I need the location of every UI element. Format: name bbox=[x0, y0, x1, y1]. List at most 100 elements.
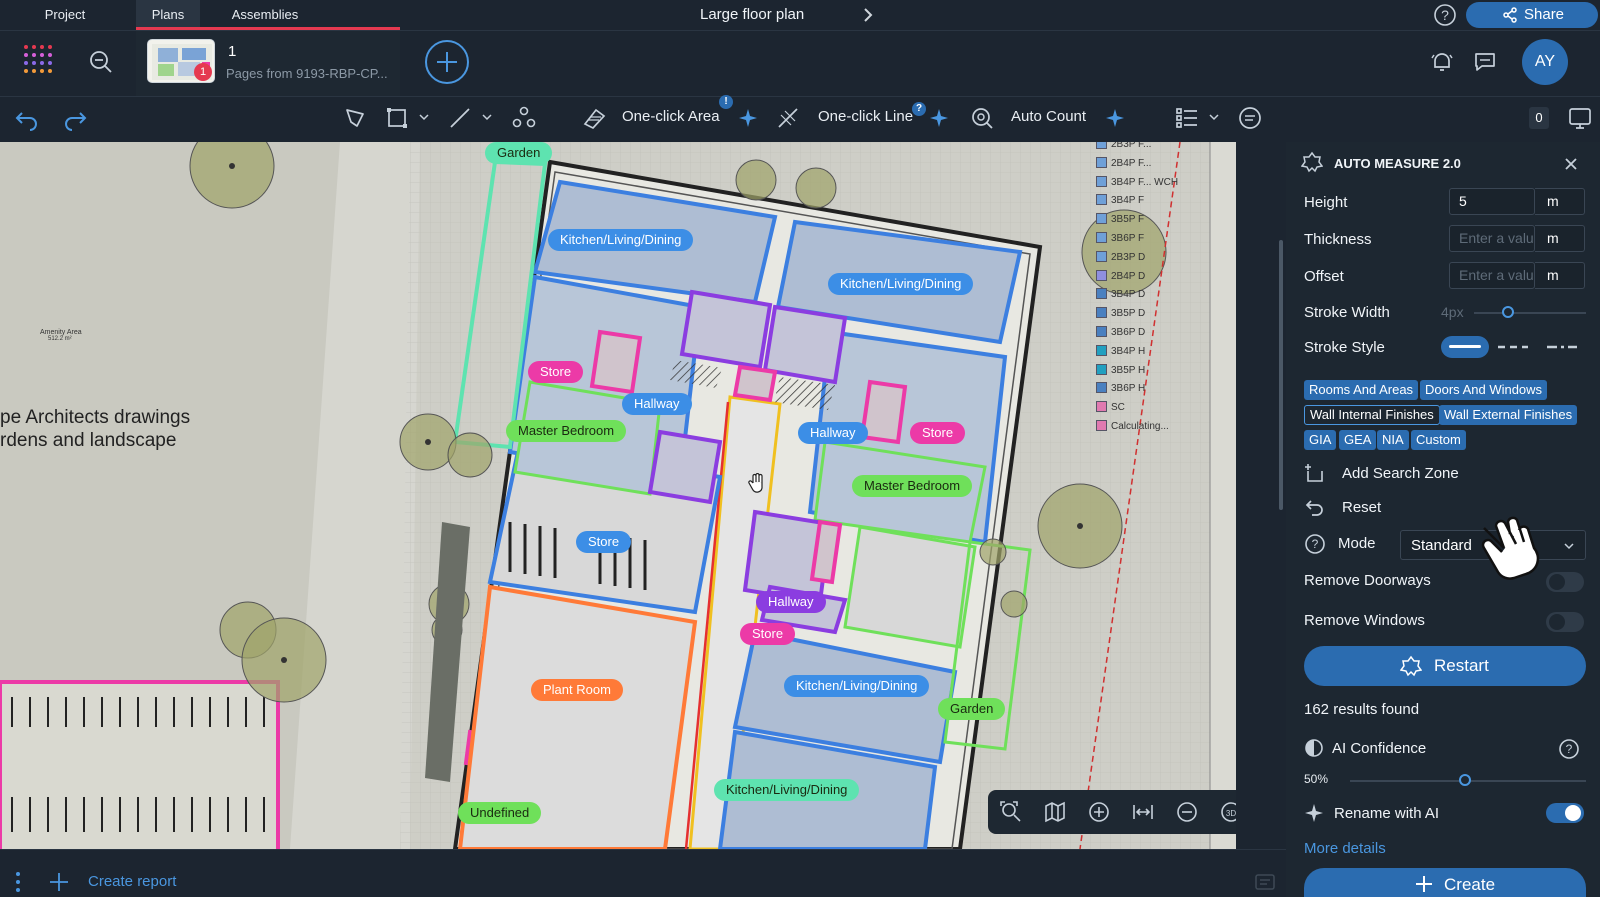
one-click-area-icon[interactable] bbox=[582, 106, 608, 130]
document-title[interactable]: Large floor plan bbox=[700, 0, 804, 29]
room-label-store[interactable]: Store bbox=[576, 531, 632, 553]
height-input[interactable]: 5 bbox=[1449, 188, 1535, 215]
chevron-down-icon[interactable] bbox=[1208, 112, 1220, 122]
stroke-width-slider-knob[interactable] bbox=[1502, 306, 1514, 318]
room-label-kitchen-living-dining[interactable]: Kitchen/Living/Dining bbox=[548, 229, 694, 251]
reset-button[interactable]: Reset bbox=[1342, 499, 1381, 516]
more-details-link[interactable]: More details bbox=[1304, 840, 1386, 857]
room-label-kitchen-living-dining[interactable]: Kitchen/Living/Dining bbox=[714, 779, 860, 801]
stroke-style-dashed[interactable] bbox=[1496, 340, 1532, 354]
chevron-down-icon[interactable] bbox=[481, 112, 493, 122]
room-label-store[interactable]: Store bbox=[740, 623, 796, 645]
legend-item[interactable]: 3B6P F bbox=[1096, 232, 1144, 244]
map-icon[interactable] bbox=[1044, 801, 1066, 823]
legend-item[interactable]: 3B6P H bbox=[1096, 382, 1145, 394]
rename-with-ai-toggle[interactable] bbox=[1546, 803, 1584, 823]
add-plan-icon[interactable] bbox=[424, 39, 470, 85]
legend-item[interactable]: 3B4P H bbox=[1096, 344, 1145, 357]
legend-item[interactable]: 3B4P F... WCH bbox=[1096, 175, 1178, 188]
one-click-line-icon[interactable] bbox=[776, 106, 802, 130]
legend-item[interactable]: 3B4P D bbox=[1096, 288, 1145, 300]
one-click-line-help-badge[interactable]: ? bbox=[912, 102, 926, 116]
zoom-out-search-icon[interactable] bbox=[89, 50, 113, 74]
view-3d-icon[interactable]: 3D bbox=[1220, 801, 1236, 823]
room-label-garden[interactable]: Garden bbox=[485, 142, 553, 164]
room-label-master-bedroom[interactable]: Master Bedroom bbox=[852, 475, 973, 497]
auto-count-button[interactable]: Auto Count bbox=[1011, 108, 1086, 125]
zoom-to-fit-icon[interactable] bbox=[1000, 801, 1022, 823]
help-icon[interactable]: ? bbox=[1304, 533, 1326, 555]
help-icon[interactable]: ? bbox=[1433, 3, 1457, 27]
line-tool-icon[interactable] bbox=[448, 106, 472, 130]
room-label-kitchen-living-dining[interactable]: Kitchen/Living/Dining bbox=[828, 273, 974, 295]
height-unit-select[interactable]: m bbox=[1535, 188, 1585, 215]
chevron-down-icon[interactable] bbox=[418, 112, 430, 122]
create-report-button[interactable]: Create report bbox=[88, 873, 176, 890]
category-chip-custom[interactable]: Custom bbox=[1411, 430, 1466, 450]
ai-confidence-slider-knob[interactable] bbox=[1459, 774, 1471, 786]
help-icon[interactable]: ? bbox=[1558, 738, 1580, 760]
notifications-icon[interactable] bbox=[1430, 50, 1454, 74]
one-click-area-info-badge[interactable]: ! bbox=[719, 95, 733, 109]
category-chip-nia[interactable]: NIA bbox=[1377, 430, 1409, 450]
zoom-in-icon[interactable] bbox=[1088, 801, 1110, 823]
room-label-store[interactable]: Store bbox=[910, 422, 966, 444]
room-label-garden[interactable]: Garden bbox=[938, 698, 1006, 720]
room-label-hallway[interactable]: Hallway bbox=[798, 422, 868, 444]
undo-icon[interactable] bbox=[14, 107, 40, 131]
room-label-plant-room[interactable]: Plant Room bbox=[531, 679, 623, 701]
room-label-store[interactable]: Store bbox=[528, 361, 584, 383]
category-chip-gea[interactable]: GEA bbox=[1339, 430, 1377, 450]
room-label-master-bedroom[interactable]: Master Bedroom bbox=[506, 420, 627, 442]
auto-count-icon[interactable] bbox=[970, 106, 994, 130]
room-label-kitchen-living-dining[interactable]: Kitchen/Living/Dining bbox=[784, 675, 930, 697]
redo-icon[interactable] bbox=[62, 107, 88, 131]
rectangle-tool-icon[interactable] bbox=[385, 106, 409, 130]
remove-windows-toggle[interactable] bbox=[1546, 612, 1584, 632]
app-grid-icon[interactable] bbox=[22, 43, 56, 77]
notes-icon[interactable] bbox=[1238, 106, 1262, 130]
thickness-input[interactable]: Enter a valu bbox=[1449, 225, 1535, 252]
legend-item[interactable]: 3B5P D bbox=[1096, 307, 1145, 319]
category-chip-wall-internal-finishes[interactable]: Wall Internal Finishes bbox=[1304, 405, 1440, 425]
tab-plans[interactable]: Plans bbox=[136, 0, 200, 29]
offset-input[interactable]: Enter a valu bbox=[1449, 262, 1535, 289]
canvas-scrollbar[interactable] bbox=[1279, 240, 1283, 510]
comments-icon[interactable] bbox=[1473, 50, 1497, 74]
share-button[interactable]: Share bbox=[1466, 2, 1598, 28]
offset-unit-select[interactable]: m bbox=[1535, 262, 1585, 289]
tab-project[interactable]: Project bbox=[30, 0, 100, 29]
room-label-undefined[interactable]: Undefined bbox=[458, 802, 542, 824]
tab-assemblies[interactable]: Assemblies bbox=[215, 0, 315, 29]
legend-item[interactable]: 2B3P D bbox=[1096, 250, 1145, 263]
category-chip-gia[interactable]: GIA bbox=[1304, 430, 1337, 450]
stroke-width-slider[interactable] bbox=[1474, 312, 1586, 314]
zoom-out-icon[interactable] bbox=[1176, 801, 1198, 823]
legend-item[interactable]: 2B4P D bbox=[1096, 269, 1145, 282]
fit-width-icon[interactable] bbox=[1132, 801, 1154, 823]
stroke-style-dash-dot[interactable] bbox=[1545, 340, 1581, 354]
drawing-canvas[interactable]: pe Architects drawings rdens and landsca… bbox=[0, 142, 1236, 849]
one-click-area-button[interactable]: One-click Area bbox=[622, 108, 720, 125]
legend-item[interactable]: 2B3P F... bbox=[1096, 142, 1151, 150]
category-chip-doors-and-windows[interactable]: Doors And Windows bbox=[1420, 380, 1548, 400]
panel-toggle-icon[interactable] bbox=[1568, 106, 1592, 130]
legend-item[interactable]: Calculating... bbox=[1096, 420, 1169, 432]
legend-item[interactable]: 3B6P D bbox=[1096, 326, 1145, 338]
category-chip-rooms-and-areas[interactable]: Rooms And Areas bbox=[1304, 380, 1419, 400]
room-label-hallway[interactable]: Hallway bbox=[622, 393, 692, 415]
legend-item[interactable]: 3B5P F bbox=[1096, 213, 1144, 225]
thickness-unit-select[interactable]: m bbox=[1535, 225, 1585, 252]
legend-item[interactable]: SC bbox=[1096, 401, 1125, 413]
restart-button[interactable]: Restart bbox=[1304, 646, 1586, 686]
count-tool-icon[interactable] bbox=[512, 106, 536, 130]
legend-item[interactable]: 2B4P F... bbox=[1096, 156, 1151, 169]
more-vertical-icon[interactable] bbox=[14, 870, 22, 894]
list-view-icon[interactable] bbox=[1175, 106, 1199, 130]
close-icon[interactable] bbox=[1563, 156, 1579, 172]
add-search-zone-button[interactable]: Add Search Zone bbox=[1342, 465, 1459, 482]
remove-doorways-toggle[interactable] bbox=[1546, 572, 1584, 592]
category-chip-wall-external-finishes[interactable]: Wall External Finishes bbox=[1439, 405, 1578, 425]
chat-icon[interactable] bbox=[1254, 872, 1276, 894]
room-label-hallway[interactable]: Hallway bbox=[756, 591, 826, 613]
